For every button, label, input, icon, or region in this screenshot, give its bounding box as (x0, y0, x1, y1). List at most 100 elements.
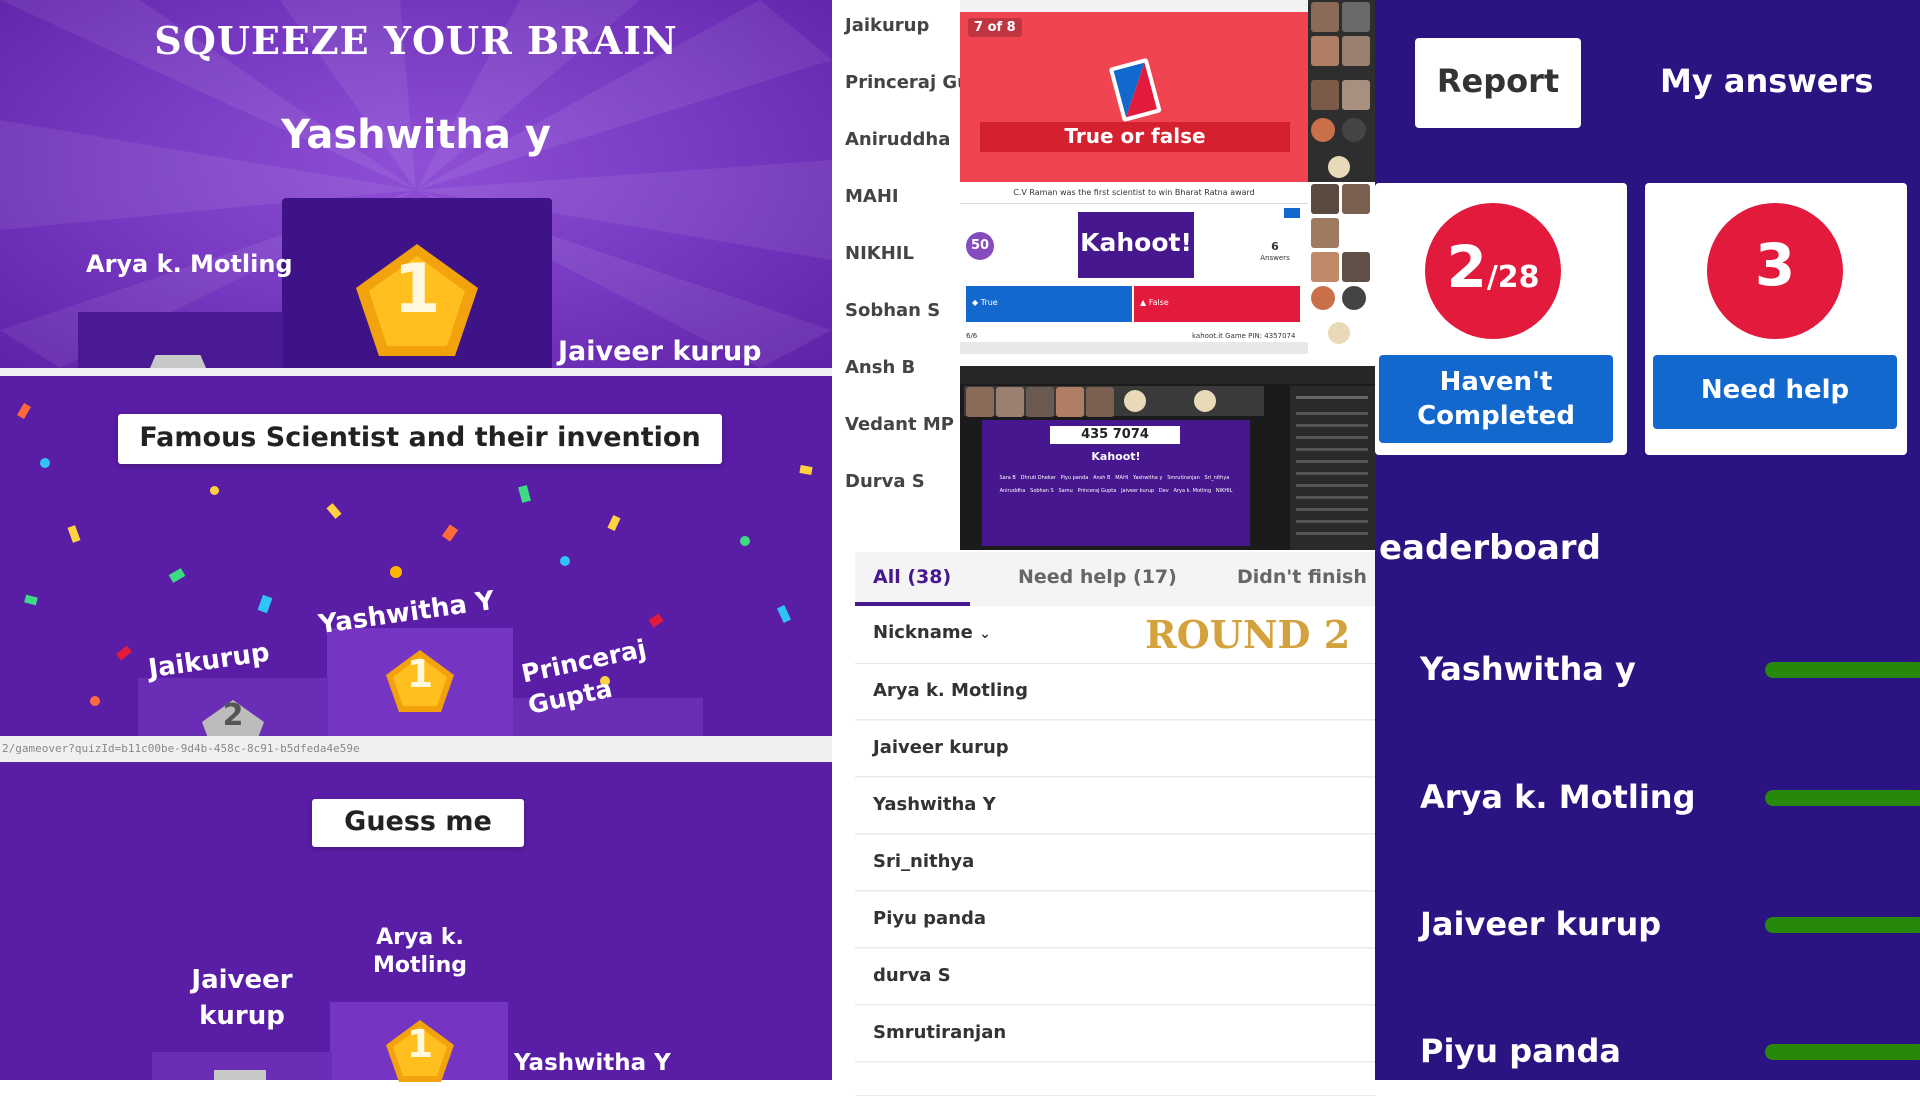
avatar (1342, 286, 1366, 310)
video-tile (1342, 2, 1370, 32)
quiz-screen-question: C.V Raman was the first scientist to win… (960, 182, 1375, 354)
rank-number: 1 (406, 1022, 434, 1066)
quiz-screen-lobby: 435 7074 Kahoot! Sara B Dhruti Dhekar Pi… (960, 366, 1375, 550)
rank-number: 2 (222, 698, 244, 733)
participant-name: NIKHIL (845, 243, 914, 264)
list-header: Nickname ⌄ ROUND 2 (855, 606, 1375, 664)
true-false-icon (1109, 58, 1162, 122)
question-counter: 7 of 8 (968, 18, 1022, 37)
leader-name: Jaiveer kurup (1420, 905, 1662, 943)
avatar (1328, 156, 1350, 178)
participant-name: Vedant MP (845, 414, 954, 435)
participant-name: Aniruddha (845, 129, 951, 150)
report-summary: Report My answers 2/28 Haven't Completed… (1375, 0, 1920, 1080)
score-bar (1765, 662, 1920, 678)
tab-didnt-finish[interactable]: Didn't finish (1237, 566, 1367, 588)
need-help-card: 3 Need help (1645, 183, 1907, 455)
silver-medal-icon (150, 355, 206, 368)
answers-count: 6 (1271, 240, 1279, 253)
url-bar[interactable]: 2/gameover?quizId=b11c00be-9d4b-458c-8c9… (0, 736, 832, 762)
report-list-panel: All (38) Need help (17) Didn't finish Ni… (855, 552, 1375, 1096)
lobby-player-list: Sara B Dhruti Dhekar Piyu panda Ansh B M… (999, 475, 1233, 494)
video-tile (1342, 252, 1370, 282)
video-tile (1311, 36, 1339, 66)
participant-name: Jaikurup (845, 15, 930, 36)
incomplete-count-badge: 2/28 (1425, 203, 1561, 339)
need-help-count-badge: 3 (1707, 203, 1843, 339)
round-label: ROUND 2 (1145, 612, 1351, 657)
first-place-name: Arya k. Motling (372, 925, 467, 978)
progress-text: 6/6 (966, 332, 978, 340)
video-tile (1342, 36, 1370, 66)
game-pin: 435 7074 (1050, 426, 1180, 444)
video-tile (1342, 184, 1370, 214)
score-bar (1765, 917, 1920, 933)
avatar (1328, 322, 1350, 344)
participant-name: Sobhan S (845, 300, 941, 321)
rank-number: 1 (406, 652, 434, 696)
kahoot-lobby: 435 7074 Kahoot! Sara B Dhruti Dhekar Pi… (982, 420, 1250, 546)
game-pin-footer: kahoot.it Game PIN: 4357074 (1192, 332, 1296, 340)
tab-need-help[interactable]: Need help (17) (1018, 566, 1177, 588)
divider (0, 368, 832, 376)
podium-guess-me: Guess me 1 Arya k. Motling Jaiveer kurup… (0, 762, 832, 1082)
list-item[interactable]: Sri_nithya (855, 835, 1375, 891)
video-tile (1342, 80, 1370, 110)
video-tile (1311, 252, 1339, 282)
list-item[interactable]: Piyu panda (855, 892, 1375, 948)
participant-name: Ansh B (845, 357, 916, 378)
round-title: Guess me (312, 799, 524, 847)
havent-completed-button[interactable]: Haven't Completed (1379, 355, 1613, 443)
taskbar (960, 342, 1308, 354)
participant-name: MAHI (845, 186, 899, 207)
round-title: Famous Scientist and their invention (118, 414, 722, 464)
leader-name: Yashwitha y (1420, 650, 1636, 688)
podium-squeeze-your-brain: SQUEEZE YOUR BRAIN Yashwitha y 1 Arya k.… (0, 0, 832, 368)
chevron-down-icon: ⌄ (979, 626, 991, 642)
timer-badge: 50 (966, 232, 994, 260)
my-answers-tab[interactable]: My answers (1660, 62, 1873, 100)
need-help-button[interactable]: Need help (1653, 355, 1897, 429)
diamond-icon: ◆ (972, 298, 981, 307)
page-title: SQUEEZE YOUR BRAIN (154, 18, 678, 63)
rank-number: 1 (393, 250, 441, 329)
avatar (1342, 118, 1366, 142)
video-tile (1311, 218, 1339, 248)
video-tile (1311, 80, 1339, 110)
incomplete-card: 2/28 Haven't Completed (1375, 183, 1627, 455)
question-text: C.V Raman was the first scientist to win… (960, 182, 1308, 204)
list-item[interactable]: Smrutiranjan (855, 1006, 1375, 1062)
browser-bar (960, 0, 1308, 12)
participant-name: Durva S (845, 471, 925, 492)
video-tile (1311, 184, 1339, 214)
video-row (964, 386, 1264, 417)
skip-button[interactable] (1284, 208, 1300, 218)
silver-medal-icon (214, 1070, 266, 1080)
answer-true: ◆ True (966, 286, 1132, 322)
third-place-name: Jaiveer kurup (558, 336, 762, 367)
answer-false: ▲ False (1134, 286, 1300, 322)
score-bar (1765, 790, 1920, 806)
question-type-label: True or false (980, 122, 1290, 152)
second-place-name: Jaiveer kurup (191, 965, 293, 1031)
quiz-screen-true-or-false: 7 of 8 True or false (960, 0, 1375, 182)
list-item[interactable]: Yashwitha Y (855, 778, 1375, 834)
participant-column: Jaikurup Princeraj Gup Aniruddha MAHI NI… (832, 0, 960, 555)
leader-name: Arya k. Motling (1420, 778, 1696, 816)
leader-name: Piyu panda (1420, 1032, 1621, 1070)
triangle-icon: ▲ (1140, 298, 1149, 307)
avatar (1311, 118, 1335, 142)
participants-panel (1290, 386, 1375, 550)
list-item[interactable]: Jaiveer kurup (855, 721, 1375, 777)
list-item[interactable]: durva S (855, 949, 1375, 1005)
list-item[interactable]: Arya k. Motling (855, 664, 1375, 720)
podium-famous-scientist: Famous Scientist and their invention 1 2… (0, 376, 832, 738)
tab-all[interactable]: All (38) (873, 566, 951, 588)
kahoot-logo: Kahoot! (1078, 212, 1194, 278)
second-place-name: Arya k. Motling (86, 250, 293, 278)
video-participants (1308, 182, 1375, 354)
sort-dropdown[interactable]: Nickname ⌄ (873, 622, 991, 643)
report-button[interactable]: Report (1415, 38, 1581, 128)
meeting-toolbar (960, 366, 1375, 384)
third-place-name: Yashwitha Y (514, 1050, 671, 1076)
